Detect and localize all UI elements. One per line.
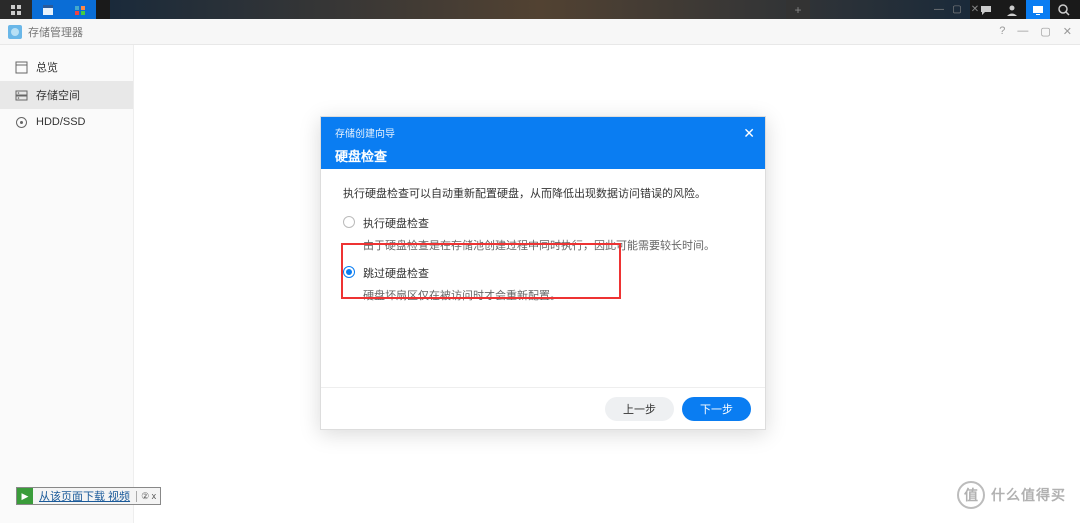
download-badge: ② x [136,491,160,502]
user-icon[interactable] [1000,0,1024,19]
watermark-text: 什么值得买 [991,485,1066,505]
sidebar-item-hdd-ssd[interactable]: HDD/SSD [0,109,133,135]
storage-wizard-modal: 存储创建向导 硬盘检查 ✕ 执行硬盘检查可以自动重新配置硬盘，从而降低出现数据访… [320,116,766,430]
option-description: 硬盘坏扇区仅在被访问时才会重新配置。 [363,287,743,303]
modal-title: 硬盘检查 [335,146,751,165]
sidebar-item-overview[interactable]: 总览 [0,53,133,81]
storage-icon [14,88,28,102]
chat-icon[interactable] [974,0,998,19]
play-icon: ▶ [17,488,33,504]
window-title-bar: 存储管理器 ? — ▢ ✕ [0,19,1080,45]
new-tab-button[interactable]: + [786,0,810,19]
window-controls: ? — ▢ ✕ [999,25,1072,38]
close-button[interactable]: ✕ [1063,25,1072,38]
browser-minimize[interactable]: — [930,0,948,19]
radio-label: 跳过硬盘检查 [363,265,429,281]
modal-breadcrumb: 存储创建向导 [335,125,751,140]
taskbar-left-tabs [0,0,96,19]
os-taskbar: + — ▢ ✕ [0,0,1080,19]
taskbar-background [110,0,970,19]
grid-icon [10,4,22,16]
modal-header: 存储创建向导 硬盘检查 ✕ [321,117,765,169]
modal-footer: 上一步 下一步 [321,387,765,429]
radio-option-perform-check[interactable]: 执行硬盘检查 [343,215,743,231]
modal-close-button[interactable]: ✕ [743,125,755,142]
sidebar: 总览 存储空间 HDD/SSD [0,45,134,523]
next-button[interactable]: 下一步 [682,397,751,421]
radio-label: 执行硬盘检查 [363,215,429,231]
overview-icon [14,60,28,74]
browser-maximize[interactable]: ▢ [948,0,966,19]
download-text[interactable]: 从该页面下载 视频 [33,488,136,504]
option-description: 由于硬盘检查是在存储池创建过程中同时执行，因此可能需要较长时间。 [363,237,743,253]
help-button[interactable]: ? [999,25,1005,38]
sidebar-item-storage[interactable]: 存储空间 [0,81,133,109]
maximize-button[interactable]: ▢ [1040,25,1050,38]
app-icon [8,25,22,39]
watermark: 值 什么值得买 [957,481,1066,509]
prev-button[interactable]: 上一步 [605,397,674,421]
sidebar-item-label: HDD/SSD [36,116,86,128]
taskbar-app-1[interactable] [32,0,64,19]
sidebar-item-label: 存储空间 [36,87,80,103]
download-bar[interactable]: ▶ 从该页面下载 视频 ② x [16,487,161,505]
storage-app-icon [74,4,86,16]
modal-description: 执行硬盘检查可以自动重新配置硬盘，从而降低出现数据访问错误的风险。 [343,185,743,201]
search-icon[interactable] [1052,0,1076,19]
sidebar-item-label: 总览 [36,59,58,75]
window-title: 存储管理器 [28,24,83,40]
app-switcher-button[interactable] [0,0,32,19]
taskbar-app-2[interactable] [64,0,96,19]
disk-icon [14,115,28,129]
window-icon [42,4,54,16]
taskbar-tray [974,0,1080,19]
radio-button[interactable] [343,266,355,278]
watermark-symbol: 值 [957,481,985,509]
minimize-button[interactable]: — [1017,25,1028,38]
modal-body: 执行硬盘检查可以自动重新配置硬盘，从而降低出现数据访问错误的风险。 执行硬盘检查… [321,169,765,387]
radio-option-skip-check[interactable]: 跳过硬盘检查 [343,265,743,281]
radio-button[interactable] [343,216,355,228]
screen-icon[interactable] [1026,0,1050,19]
